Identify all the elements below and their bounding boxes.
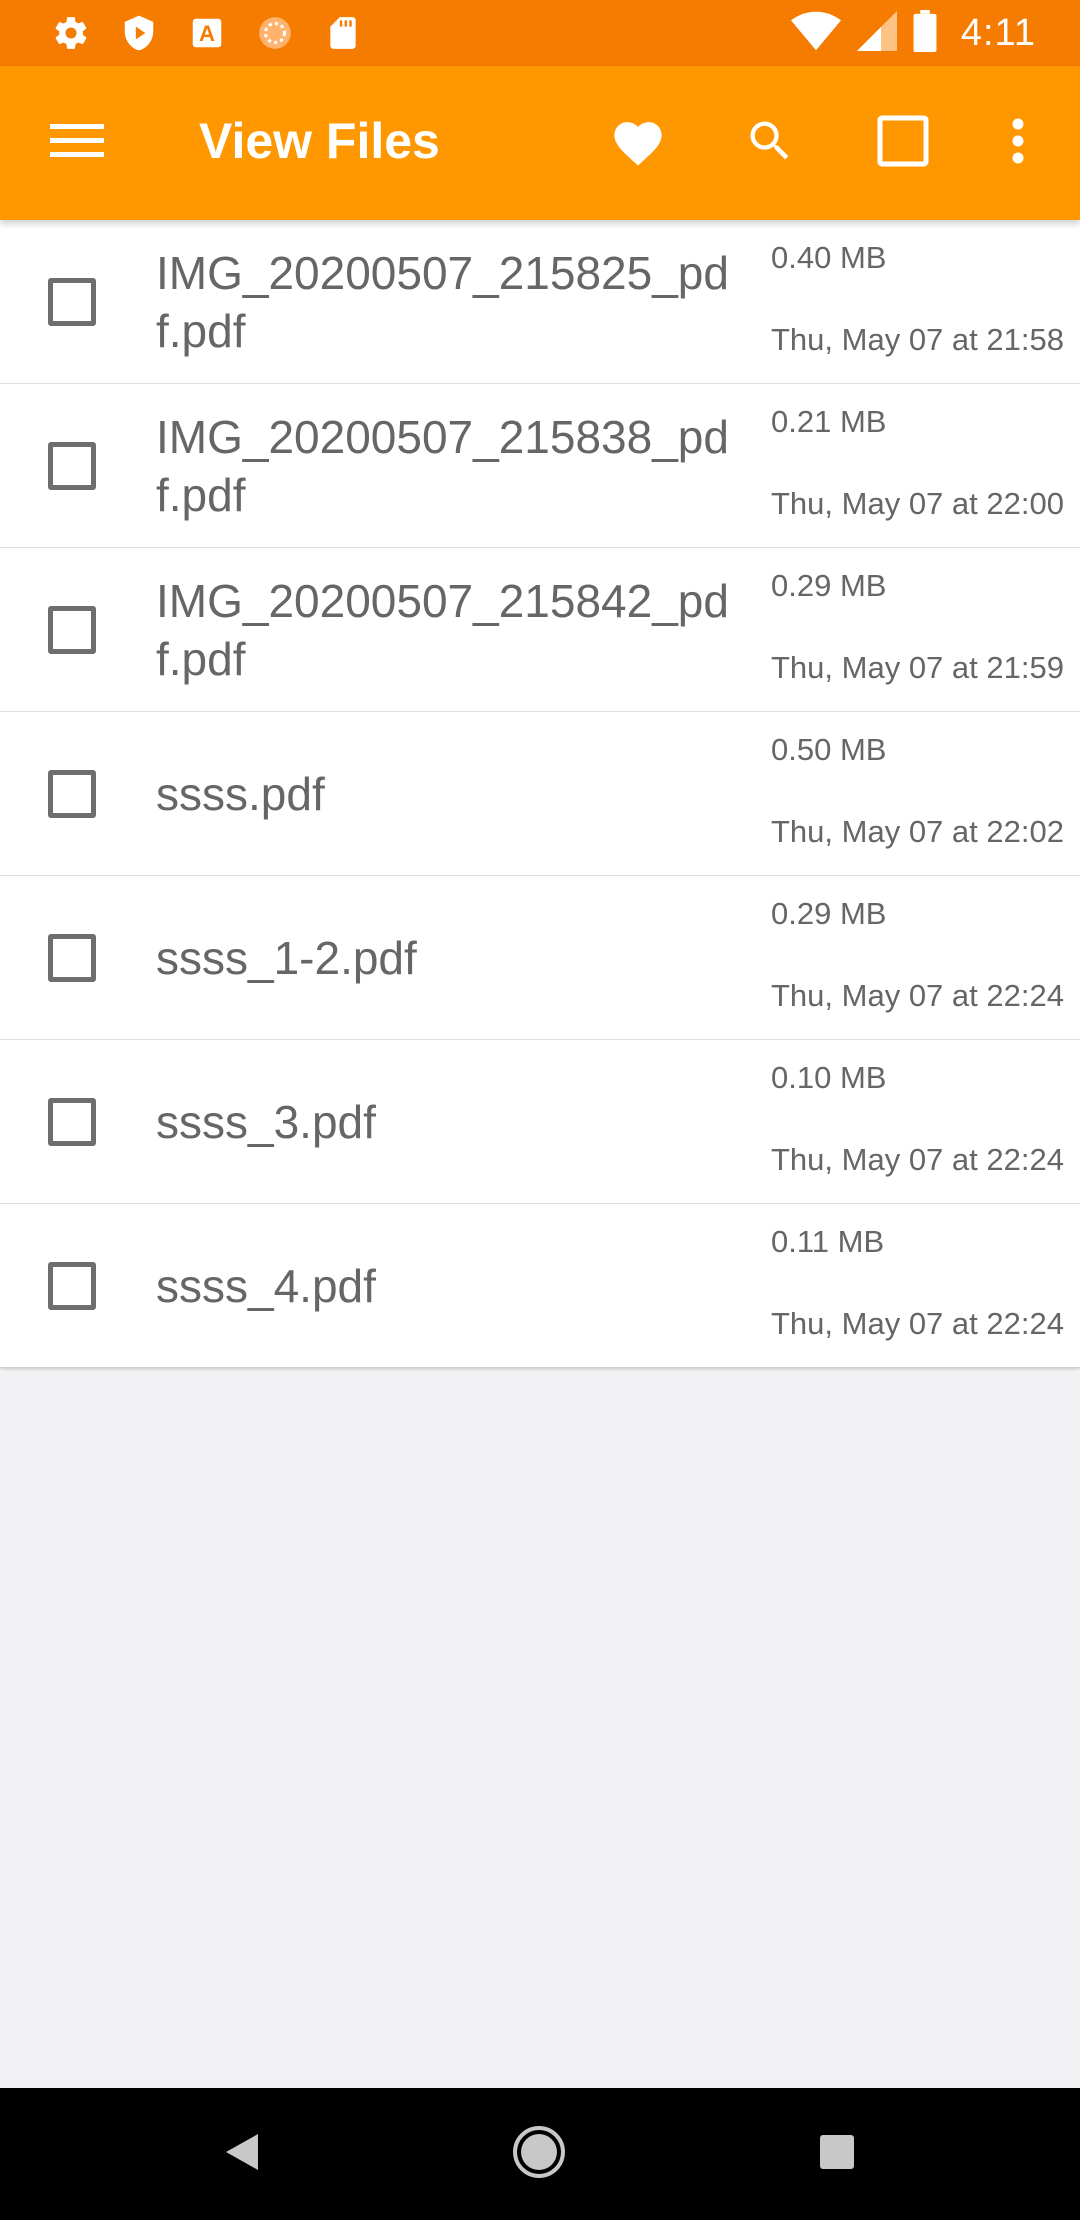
status-bar: A 4:11 [0,0,1080,66]
app-bar: View Files [0,66,1080,220]
file-date: Thu, May 07 at 22:02 [771,814,1064,849]
file-size: 0.29 MB [771,896,887,931]
svg-text:A: A [199,21,215,46]
home-icon [511,2124,567,2185]
settings-icon [52,14,90,52]
file-size: 0.21 MB [771,404,887,439]
file-name: IMG_20200507_215842_pdf.pdf [156,574,729,685]
file-date: Thu, May 07 at 22:24 [771,1142,1064,1177]
file-name: ssss_4.pdf [156,1259,376,1312]
overflow-menu-button[interactable] [981,106,1055,180]
file-row[interactable]: IMG_20200507_215838_pdf.pdf 0.21 MB Thu,… [0,384,1080,548]
file-checkbox[interactable] [48,606,96,654]
status-notification-icons: A [52,14,362,52]
file-date: Thu, May 07 at 22:24 [771,978,1064,1013]
cellular-signal-icon [856,10,897,56]
file-checkbox[interactable] [48,770,96,818]
sync-circle-icon [256,14,294,52]
file-checkbox[interactable] [48,1262,96,1310]
select-all-button[interactable] [866,106,940,180]
file-date: Thu, May 07 at 22:24 [771,1306,1064,1341]
file-checkbox[interactable] [48,278,96,326]
status-system-icons: 4:11 [790,9,1036,57]
file-name: ssss_3.pdf [156,1095,376,1148]
file-size: 0.40 MB [771,240,887,275]
file-size: 0.11 MB [771,1224,885,1259]
search-icon [744,115,796,172]
file-date: Thu, May 07 at 21:58 [771,322,1064,357]
favorites-button[interactable] [601,106,675,180]
favorite-heart-icon [609,115,667,172]
menu-button[interactable] [40,110,114,176]
more-vert-icon [1011,117,1025,170]
back-button[interactable] [206,2118,278,2190]
home-button[interactable] [503,2118,575,2190]
file-name: IMG_20200507_215838_pdf.pdf [156,410,729,521]
file-row[interactable]: ssss_4.pdf 0.11 MB Thu, May 07 at 22:24 [0,1204,1080,1367]
file-checkbox[interactable] [48,442,96,490]
file-name: IMG_20200507_215825_pdf.pdf [156,246,729,357]
font-a-icon: A [188,14,226,52]
file-date: Thu, May 07 at 22:00 [771,486,1064,521]
file-size: 0.29 MB [771,568,887,603]
play-protect-icon [120,14,158,52]
navigation-bar [0,2088,1080,2220]
status-time: 4:11 [960,11,1036,54]
file-name: ssss.pdf [156,767,325,820]
sd-card-icon [324,14,362,52]
file-list: IMG_20200507_215825_pdf.pdf 0.40 MB Thu,… [0,220,1080,1367]
battery-icon [913,9,937,57]
back-icon [224,2132,260,2177]
recents-icon [819,2134,855,2175]
file-name: ssss_1-2.pdf [156,931,417,984]
wifi-icon [790,11,841,56]
file-checkbox[interactable] [48,934,96,982]
recents-button[interactable] [801,2118,873,2190]
file-date: Thu, May 07 at 21:59 [771,650,1064,685]
file-row[interactable]: ssss_1-2.pdf 0.29 MB Thu, May 07 at 22:2… [0,876,1080,1040]
file-checkbox[interactable] [48,1098,96,1146]
file-size: 0.10 MB [771,1060,887,1095]
file-row[interactable]: ssss_3.pdf 0.10 MB Thu, May 07 at 22:24 [0,1040,1080,1204]
page-title: View Files [199,113,440,169]
file-size: 0.50 MB [771,732,887,767]
menu-icon [50,122,104,165]
file-row[interactable]: ssss.pdf 0.50 MB Thu, May 07 at 22:02 [0,712,1080,876]
file-row[interactable]: IMG_20200507_215825_pdf.pdf 0.40 MB Thu,… [0,220,1080,384]
file-row[interactable]: IMG_20200507_215842_pdf.pdf 0.29 MB Thu,… [0,548,1080,712]
search-button[interactable] [733,106,807,180]
select-all-square-icon [877,115,929,172]
